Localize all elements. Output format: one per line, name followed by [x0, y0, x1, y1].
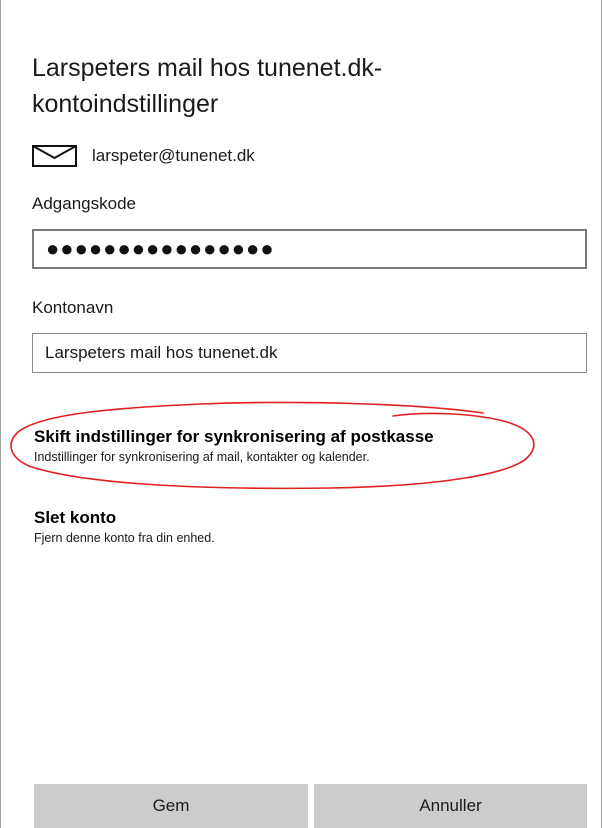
account-email: larspeter@tunenet.dk — [92, 146, 255, 165]
password-label: Adgangskode — [32, 194, 136, 213]
save-button[interactable]: Gem — [34, 784, 308, 828]
delete-account-link[interactable]: Slet konto Fjern denne konto fra din enh… — [34, 508, 215, 545]
delete-account-description: Fjern denne konto fra din enhed. — [34, 531, 215, 545]
envelope-icon — [32, 145, 77, 167]
password-field[interactable]: ●●●●●●●●●●●●●●●● — [32, 229, 587, 269]
account-settings-dialog: Larspeters mail hos tunenet.dk-kontoinds… — [0, 0, 602, 828]
red-circle-annotation — [10, 401, 535, 490]
account-name-field[interactable]: Larspeters mail hos tunenet.dk — [32, 333, 587, 373]
sync-settings-title: Skift indstillinger for synkronisering a… — [34, 427, 434, 446]
delete-account-title: Slet konto — [34, 508, 117, 527]
sync-settings-link[interactable]: Skift indstillinger for synkronisering a… — [34, 427, 434, 464]
account-name-label: Kontonavn — [32, 298, 114, 317]
password-masked-value: ●●●●●●●●●●●●●●●● — [46, 236, 275, 261]
account-name-value: Larspeters mail hos tunenet.dk — [45, 343, 278, 362]
dialog-title: Larspeters mail hos tunenet.dk-kontoinds… — [32, 54, 383, 118]
cancel-button[interactable]: Annuller — [314, 784, 587, 828]
account-email-row: larspeter@tunenet.dk — [32, 143, 255, 169]
sync-settings-description: Indstillinger for synkronisering af mail… — [34, 450, 370, 464]
